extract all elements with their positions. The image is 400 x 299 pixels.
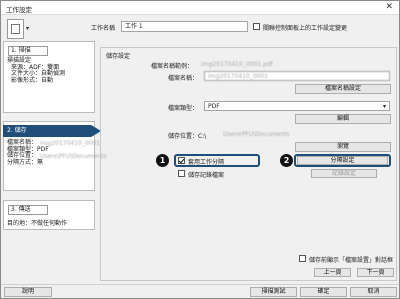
- location-label: 儲存位置：C:\: [168, 133, 207, 140]
- scan-test-button[interactable]: 掃描測試: [250, 287, 297, 297]
- job-settings-window: 工作設定 ✕ ▾ 工作名稱 工作 1 關聯控制面板上的工作設定變更 1. 掃描 …: [0, 0, 400, 299]
- footer-divider: [1, 284, 399, 285]
- save-line: 分隔方式：無: [7, 158, 44, 166]
- prev-button[interactable]: 上一頁: [314, 268, 351, 277]
- scan-line: 影像形式：自動: [11, 76, 54, 84]
- filename-prefix-label: 檔案名稱：: [168, 75, 199, 82]
- group-title: 儲存設定: [106, 53, 131, 60]
- callout-2: 2: [280, 154, 293, 167]
- scan-step-title: 1. 掃描: [8, 46, 48, 56]
- save-settings-group: 儲存設定 檔案名稱範例： img20170410_0001.pdf 檔案名稱： …: [100, 47, 397, 281]
- use-separation-checkbox[interactable]: [178, 157, 185, 164]
- save-filename-value: img20170410_0001: [40, 140, 101, 147]
- filename-example: img20170410_0001.pdf: [201, 61, 273, 68]
- save-location-value: Users\PFU\Documents: [40, 153, 107, 160]
- send-step-title: 3. 傳送: [8, 205, 48, 215]
- show-dialog-checkbox[interactable]: [299, 255, 306, 262]
- sync-panel-label: 關聯控制面板上的工作設定變更: [263, 25, 348, 32]
- title-bar: 工作設定 ✕: [1, 1, 399, 15]
- filename-example-label: 檔案名稱範例：: [151, 63, 194, 70]
- scan-summary: 掃描設定 來源：ADF：雙面 文件大小：自動偵測 影像形式：自動: [7, 57, 65, 84]
- filetype-select[interactable]: PDF ▾: [204, 101, 390, 111]
- job-icon-dropdown[interactable]: ▾: [26, 25, 29, 32]
- save-step-label: 2. 儲存: [7, 127, 27, 134]
- save-step-title: 2. 儲存: [3, 125, 101, 137]
- browse-button[interactable]: 瀏覽: [295, 142, 391, 152]
- job-name-input[interactable]: 工作 1: [121, 21, 248, 32]
- save-step-box[interactable]: 2. 儲存 檔案名稱： 檔案類型：PDF 儲存位置： 分隔方式：無 img201…: [3, 121, 107, 191]
- next-button[interactable]: 下一頁: [357, 268, 394, 277]
- use-separation-label: 套用工作分隔: [188, 159, 225, 166]
- ok-button[interactable]: 確定: [300, 287, 347, 297]
- save-log-label: 儲存記錄檔案: [188, 172, 225, 179]
- filename-input[interactable]: img20170410_0001: [204, 71, 390, 81]
- job-name-label: 工作名稱: [91, 25, 116, 32]
- send-step-box[interactable]: 3. 傳送 目的地：不做任何動作: [3, 200, 95, 230]
- help-button[interactable]: 說明: [4, 287, 52, 297]
- job-icon[interactable]: [7, 19, 24, 39]
- window-title: 工作設定: [6, 6, 32, 14]
- edit-button[interactable]: 編輯: [295, 114, 391, 124]
- location-value: Users\PFU\Documents: [223, 131, 290, 138]
- callout-1: 1: [156, 154, 169, 167]
- filetype-label: 檔案類型：: [168, 105, 199, 112]
- close-icon[interactable]: ✕: [385, 2, 393, 12]
- separation-settings-button[interactable]: 分隔設定: [297, 156, 388, 165]
- send-line: 目的地：不做任何動作: [7, 220, 68, 227]
- scan-step-box[interactable]: 1. 掃描 掃描設定 來源：ADF：雙面 文件大小：自動偵測 影像形式：自動: [3, 41, 95, 113]
- filetype-value: PDF: [208, 103, 220, 110]
- save-log-checkbox[interactable]: [178, 170, 185, 177]
- show-dialog-label: 儲存前顯示「檔案設置」對話框: [309, 257, 394, 264]
- sync-panel-checkbox[interactable]: [253, 23, 260, 30]
- cancel-button[interactable]: 取消: [350, 287, 397, 297]
- chevron-down-icon: ▾: [382, 103, 386, 110]
- filename-settings-button[interactable]: 檔案名稱設定: [295, 84, 391, 94]
- log-settings-button[interactable]: 記錄設定: [311, 169, 377, 178]
